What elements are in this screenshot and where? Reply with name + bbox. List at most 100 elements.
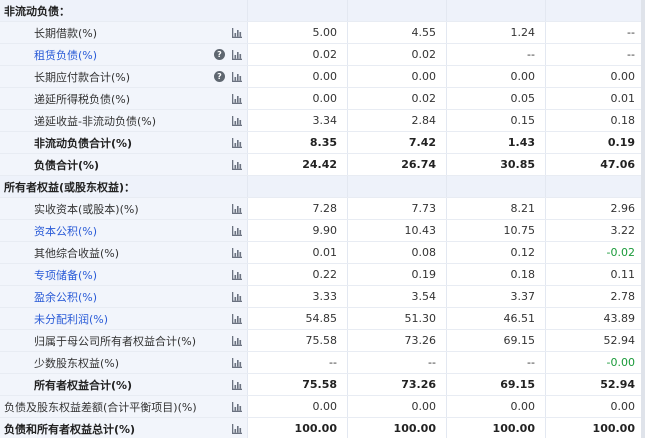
value-cell: 52.94 [603, 334, 636, 347]
value-cell: 10.43 [348, 220, 447, 241]
bar-chart-icon[interactable] [232, 28, 242, 38]
value-cell: 8.21 [447, 198, 546, 219]
row-label-cell: 负债合计(%) [0, 154, 248, 175]
value-cell: 0.00 [248, 88, 348, 109]
balance-sheet-table: 非流动负债： 长期借款(%) 5.00 4.55 1.24 -- 租赁负债(%)? 0.02 0… [0, 0, 645, 438]
table-row: 负债及股东权益差额(合计平衡项目)(%) 0.00 0.00 0.00 0.00 [0, 396, 645, 418]
row-label-link[interactable]: 盈余公积(%) [0, 289, 97, 305]
value-cell: 100.00 [592, 422, 635, 435]
value-cell: 0.01 [248, 242, 348, 263]
row-label: 负债合计(%) [34, 158, 100, 172]
value-cell: -0.00 [606, 356, 635, 369]
help-icon[interactable]: ? [214, 71, 225, 82]
value-cell: 3.34 [248, 110, 348, 131]
help-icon[interactable]: ? [214, 49, 225, 60]
row-label-link[interactable]: 未分配利润(%) [0, 311, 108, 327]
value-cell: 3.22 [610, 224, 636, 237]
value-cell: 0.05 [447, 88, 546, 109]
table-row: 盈余公积(%) 3.33 3.54 3.37 2.78 [0, 286, 645, 308]
table-row: 租赁负债(%)? 0.02 0.02 -- -- [0, 44, 645, 66]
bar-chart-icon[interactable] [232, 248, 242, 258]
row-label: 长期应付款合计(%) [34, 70, 131, 84]
value-cell: 0.00 [447, 396, 546, 417]
row-label: 递延收益-非流动负债(%) [34, 114, 157, 128]
bar-chart-icon[interactable] [232, 204, 242, 214]
table-row: 负债合计(%) 24.42 26.74 30.85 47.06 [0, 154, 645, 176]
value-cell: 0.19 [348, 264, 447, 285]
value-cell: 100.00 [348, 418, 447, 438]
value-cell: 51.30 [348, 308, 447, 329]
value-cell: 10.75 [447, 220, 546, 241]
value-cell: 0.01 [610, 92, 636, 105]
bar-chart-icon[interactable] [232, 116, 242, 126]
row-label-cell: 少数股东权益(%) [0, 352, 248, 373]
bar-chart-icon[interactable] [232, 358, 242, 368]
row-label-link[interactable]: 资本公积(%) [0, 223, 97, 239]
row-label: 非流动负债合计(%) [34, 136, 133, 150]
bar-chart-icon[interactable] [232, 336, 242, 346]
row-label-cell: 递延收益-非流动负债(%) [0, 110, 248, 131]
value-cell: 0.00 [610, 400, 636, 413]
row-label-cell: 盈余公积(%) [0, 286, 248, 307]
bar-chart-icon[interactable] [232, 160, 242, 170]
value-cell: 7.28 [248, 198, 348, 219]
bar-chart-icon[interactable] [232, 72, 242, 82]
value-cell: 0.18 [610, 114, 636, 127]
bar-chart-icon[interactable] [232, 270, 242, 280]
table-row: 少数股东权益(%) -- -- -- -0.00 [0, 352, 645, 374]
value-cell: 54.85 [248, 308, 348, 329]
value-cell: 0.12 [447, 242, 546, 263]
value-cell: 0.00 [348, 396, 447, 417]
bar-chart-icon[interactable] [232, 138, 242, 148]
value-cell: 24.42 [248, 154, 348, 175]
row-label-cell: 所有者权益合计(%) [0, 374, 248, 395]
value-cell: -- [348, 352, 447, 373]
table-row: 未分配利润(%) 54.85 51.30 46.51 43.89 [0, 308, 645, 330]
bar-chart-icon[interactable] [232, 292, 242, 302]
value-cell: 0.19 [607, 136, 635, 149]
value-cell: 9.90 [248, 220, 348, 241]
row-label-cell: 实收资本(或股本)(%) [0, 198, 248, 219]
value-cell: 0.00 [610, 70, 636, 83]
value-cell: 0.22 [248, 264, 348, 285]
value-cell [348, 176, 447, 197]
value-cell: -- [447, 352, 546, 373]
row-label: 所有者权益合计(%) [34, 378, 133, 392]
value-cell: 52.94 [600, 378, 635, 391]
table-row: 专项储备(%) 0.22 0.19 0.18 0.11 [0, 264, 645, 286]
bar-chart-icon[interactable] [232, 94, 242, 104]
table-row: 实收资本(或股本)(%) 7.28 7.73 8.21 2.96 [0, 198, 645, 220]
bar-chart-icon[interactable] [232, 424, 242, 434]
table-row: 递延所得税负债(%) 0.00 0.02 0.05 0.01 [0, 88, 645, 110]
value-cell [546, 176, 645, 197]
value-cell: 2.96 [610, 202, 636, 215]
value-cell: 4.55 [348, 22, 447, 43]
value-cell: 46.51 [447, 308, 546, 329]
row-label-cell: 资本公积(%) [0, 220, 248, 241]
row-label-link[interactable]: 租赁负债(%) [0, 47, 97, 63]
value-cell: 0.18 [447, 264, 546, 285]
table-row: 资本公积(%) 9.90 10.43 10.75 3.22 [0, 220, 645, 242]
vertical-scrollbar[interactable] [641, 0, 645, 438]
row-label: 实收资本(或股本)(%) [34, 202, 139, 216]
bar-chart-icon[interactable] [232, 314, 242, 324]
value-cell: -- [627, 26, 635, 39]
row-label-cell: 所有者权益(或股东权益)： [0, 176, 248, 197]
row-label-link[interactable]: 专项储备(%) [0, 267, 97, 283]
value-cell: 47.06 [600, 158, 635, 171]
value-cell: 2.78 [610, 290, 636, 303]
row-label-cell: 递延所得税负债(%) [0, 88, 248, 109]
bar-chart-icon[interactable] [232, 226, 242, 236]
value-cell: 0.15 [447, 110, 546, 131]
row-label: 负债及股东权益差额(合计平衡项目)(%) [4, 400, 197, 414]
value-cell: 7.42 [348, 132, 447, 153]
value-cell: 5.00 [248, 22, 348, 43]
bar-chart-icon[interactable] [232, 50, 242, 60]
value-cell [348, 0, 447, 21]
value-cell: 73.26 [348, 374, 447, 395]
section-header-row: 非流动负债： [0, 0, 645, 22]
bar-chart-icon[interactable] [232, 402, 242, 412]
bar-chart-icon[interactable] [232, 380, 242, 390]
row-label: 负债和所有者权益总计(%) [4, 422, 136, 436]
row-label-cell: 专项储备(%) [0, 264, 248, 285]
